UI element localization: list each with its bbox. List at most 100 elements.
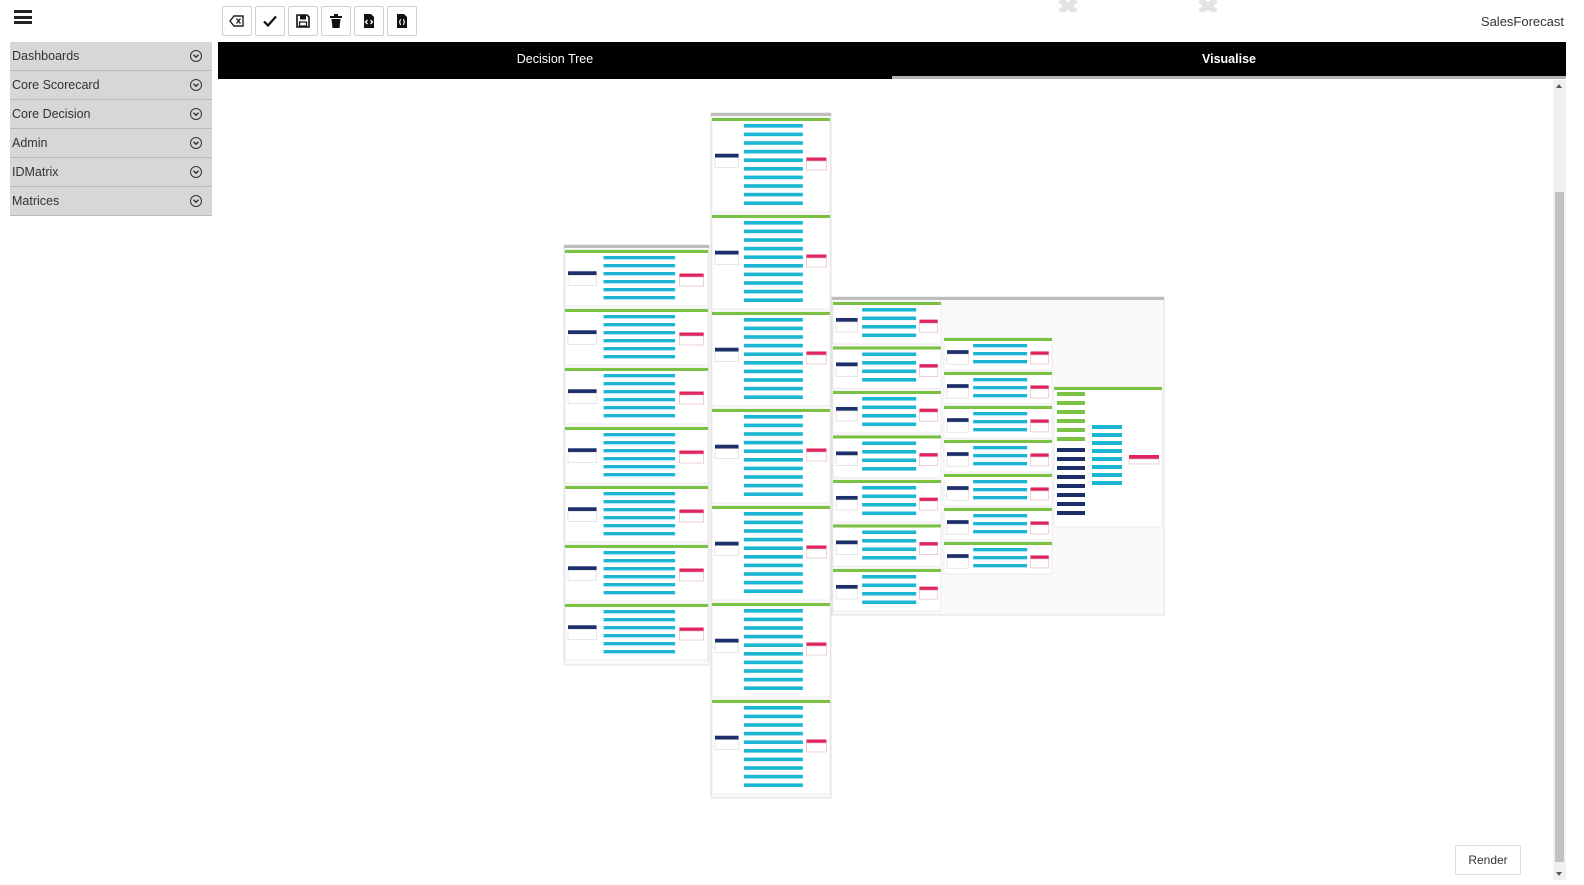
tree-node-root (715, 153, 739, 158)
check-icon (263, 15, 277, 28)
decision-tree-diagram[interactable] (218, 80, 1552, 880)
tree-node-condition (862, 308, 917, 312)
tree-node-condition (1092, 457, 1122, 461)
tree-node-condition (603, 272, 676, 276)
tree-node-condition (603, 315, 676, 319)
tab-decision-tree[interactable]: Decision Tree (218, 42, 892, 79)
tree-node-root (568, 389, 597, 394)
tree-node-condition (743, 757, 803, 762)
tree-node-condition (603, 642, 676, 646)
tree-node-condition (743, 686, 803, 691)
tree-node-outcome (1030, 453, 1049, 457)
tree-node-condition (973, 462, 1028, 466)
tree-node-condition (743, 167, 803, 171)
sidebar-item-core-scorecard[interactable]: Core Scorecard (10, 71, 212, 100)
tab-visualise[interactable]: Visualise (892, 42, 1566, 79)
chevron-down-icon (190, 166, 202, 178)
tree-node-condition (862, 600, 917, 605)
sidebar-item-idmatrix[interactable]: IDMatrix (10, 158, 212, 187)
tree-node-condition (743, 512, 803, 516)
tree-node-outcome (919, 453, 938, 457)
tree-node-condition (603, 583, 676, 587)
tree-node-body (946, 523, 969, 535)
save-button[interactable] (288, 6, 318, 36)
scroll-down-arrow-icon[interactable] (1556, 872, 1562, 876)
tree-node-outcome-body (806, 742, 827, 753)
tree-node-condition (743, 184, 803, 188)
export-code-icon (364, 14, 374, 28)
tree-node-body (714, 739, 739, 751)
tree-node-condition (603, 382, 676, 386)
tree-node-body (835, 544, 858, 555)
tree-node-condition (862, 556, 917, 560)
tree-node-condition (743, 432, 803, 436)
tree-node-condition (603, 390, 676, 394)
tree-group-header (565, 427, 708, 430)
tree-node-condition (973, 344, 1028, 348)
tree-node-condition (743, 677, 803, 682)
tab-bar: Decision Tree Visualise (218, 42, 1566, 79)
chevron-down-icon (190, 108, 202, 120)
tree-node-condition (603, 296, 676, 300)
vertical-scrollbar[interactable] (1553, 80, 1566, 880)
tree-node-condition (862, 458, 917, 463)
tree-node-condition (973, 480, 1028, 484)
delete-button[interactable] (321, 6, 351, 36)
tree-group-header (833, 391, 941, 394)
tree-node-outcome (679, 568, 704, 573)
tree-node-condition (743, 766, 803, 770)
tree-node-condition (862, 583, 917, 588)
tree-group-header (1054, 387, 1162, 390)
tree-node-condition (743, 634, 803, 639)
tree-node-condition (743, 669, 803, 673)
scroll-up-arrow-icon[interactable] (1556, 84, 1562, 88)
tree-node-outcome-body (919, 411, 939, 422)
tree-node-root (568, 625, 597, 630)
export-button[interactable] (354, 6, 384, 36)
sidebar-item-admin[interactable]: Admin (10, 129, 212, 158)
tree-node-root (836, 495, 858, 500)
tree-node-condition (1092, 473, 1122, 477)
tree-node-condition (743, 580, 803, 585)
tree-node-condition (743, 423, 803, 428)
tree-group-header (944, 508, 1052, 511)
tree-node-outcome (1129, 455, 1159, 459)
tree-node-root (568, 330, 597, 335)
tree-node-condition (973, 360, 1028, 364)
tree-node-condition (743, 124, 803, 128)
tree-node-condition (862, 369, 917, 374)
sidebar-item-core-decision[interactable]: Core Decision (10, 100, 212, 129)
tree-node-condition (603, 492, 676, 496)
sidebar-item-dashboards[interactable]: Dashboards (10, 42, 212, 71)
tree-node-condition (603, 626, 676, 630)
scroll-thumb[interactable] (1555, 192, 1564, 862)
visualisation-canvas[interactable] (218, 80, 1552, 880)
validate-button[interactable] (255, 6, 285, 36)
render-button[interactable]: Render (1455, 845, 1521, 875)
tree-node-outcome-body (679, 394, 705, 405)
tree-node-condition (603, 256, 676, 260)
tree-node-condition (603, 575, 676, 579)
clear-button[interactable] (222, 6, 252, 36)
tree-node-outcome-body (1030, 558, 1050, 569)
tree-node-condition (973, 556, 1028, 560)
tree-group-header (565, 545, 708, 548)
tree-node-body (567, 274, 597, 286)
import-button[interactable] (387, 6, 417, 36)
tree-node-body (946, 387, 969, 399)
tree-node-body (714, 157, 739, 169)
tree-node-condition (743, 141, 803, 145)
tree-node-outcome (919, 408, 938, 413)
tree-node-condition (743, 520, 803, 525)
tree-node-outcome-body (679, 335, 705, 346)
tree-node-branch (1057, 392, 1085, 396)
tree-node-root (836, 406, 858, 411)
tree-node-body (835, 455, 858, 466)
tree-node-condition (743, 492, 803, 497)
tree-frame-title (832, 297, 1164, 300)
tree-node-condition (862, 467, 917, 471)
menu-toggle-icon[interactable] (14, 10, 32, 24)
tree-group-header (944, 440, 1052, 443)
tree-node-outcome-body (1030, 490, 1050, 501)
sidebar-item-matrices[interactable]: Matrices (10, 187, 212, 216)
